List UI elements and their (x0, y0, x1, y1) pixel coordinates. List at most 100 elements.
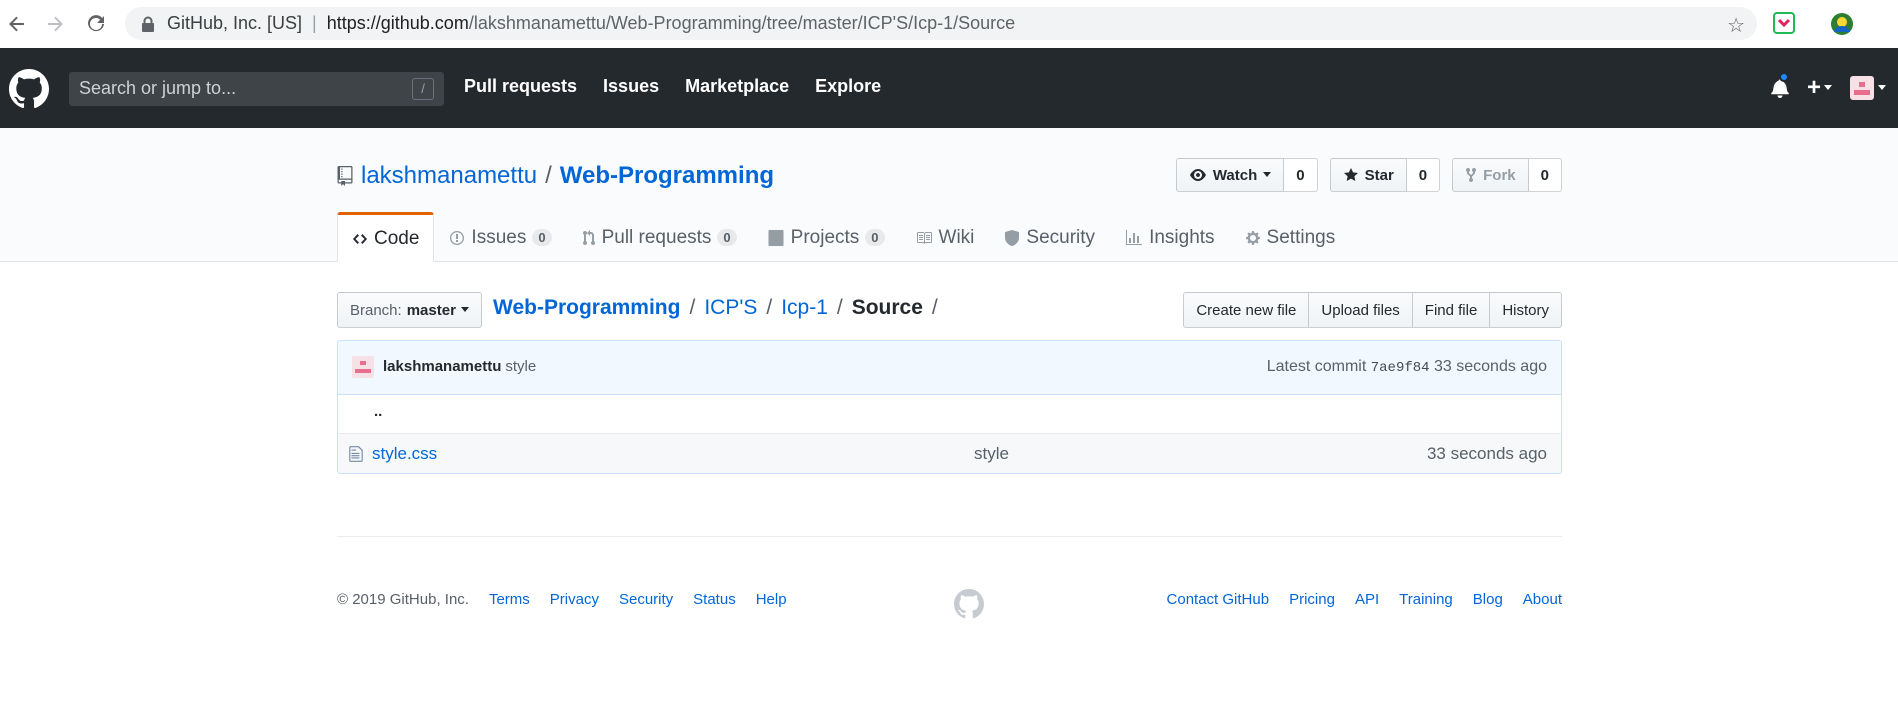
fork-button[interactable]: Fork (1452, 158, 1529, 192)
footer-privacy-link[interactable]: Privacy (550, 591, 599, 608)
footer-help-link[interactable]: Help (756, 591, 787, 608)
footer-pricing-link[interactable]: Pricing (1289, 591, 1335, 608)
tab-pull-requests[interactable]: Pull requests 0 (567, 212, 752, 262)
fork-group: Fork 0 (1452, 158, 1562, 192)
nav-issues[interactable]: Issues (603, 76, 659, 97)
watch-label: Watch (1212, 166, 1258, 184)
gear-icon (1245, 230, 1260, 245)
breadcrumb: Web-Programming / ICP'S / Icp-1 / Source… (493, 296, 947, 320)
footer-blog-link[interactable]: Blog (1473, 591, 1503, 608)
latest-commit-label: Latest commit (1266, 358, 1367, 375)
latest-commit-bar: lakshmanamettu style Latest commit 7ae9f8… (338, 341, 1561, 395)
up-directory-row[interactable]: .. (338, 395, 1561, 434)
tab-label: Wiki (938, 226, 975, 248)
tab-code[interactable]: Code (337, 212, 435, 262)
lock-icon (141, 16, 155, 32)
tab-counter: 0 (865, 229, 885, 246)
breadcrumb-separator: / (766, 296, 773, 319)
create-new-plus-icon[interactable]: + (1807, 74, 1832, 102)
footer-security-link[interactable]: Security (619, 591, 673, 608)
chevron-down-icon (1263, 172, 1272, 177)
footer-about-link[interactable]: About (1523, 591, 1562, 608)
find-file-button[interactable]: Find file (1411, 292, 1491, 328)
star-button[interactable]: Star (1329, 158, 1407, 192)
file-actions: Create new file Upload files Find file H… (1183, 292, 1562, 328)
star-group: Star 0 (1329, 158, 1441, 192)
footer-status-link[interactable]: Status (693, 591, 736, 608)
notifications-bell-icon[interactable] (1771, 72, 1789, 98)
github-header: Search or jump to... / Pull requests Iss… (0, 48, 1898, 128)
history-button[interactable]: History (1489, 292, 1562, 328)
tab-counter: 0 (532, 229, 552, 246)
tab-security[interactable]: Security (989, 212, 1110, 262)
commit-author[interactable]: lakshmanamettu style (383, 358, 536, 375)
project-icon (768, 229, 784, 246)
pocket-extension-icon[interactable] (1773, 12, 1795, 34)
repo-name-link[interactable]: Web-Programming (560, 162, 774, 190)
file-commit-message[interactable]: style (974, 444, 1009, 464)
notification-indicator (1778, 72, 1789, 82)
book-icon (916, 231, 932, 244)
breadcrumb-repo-link[interactable]: Web-Programming (493, 296, 680, 320)
pull-request-icon (582, 229, 595, 245)
footer-api-link[interactable]: API (1355, 591, 1379, 608)
eye-icon (1189, 169, 1206, 181)
footer-contact-link[interactable]: Contact GitHub (1167, 591, 1270, 608)
up-directory-link[interactable]: .. (374, 403, 382, 420)
header-actions: + (1771, 72, 1886, 102)
browser-toolbar: GitHub, Inc. [US] | https://github.com/l… (0, 0, 1898, 48)
commit-sha-link[interactable]: 7ae9f84 (1371, 360, 1430, 376)
nav-explore[interactable]: Explore (815, 76, 881, 97)
bookmark-star-icon[interactable]: ☆ (1727, 13, 1745, 38)
file-row: style.css style 33 seconds ago (338, 434, 1561, 473)
watch-count[interactable]: 0 (1284, 158, 1318, 192)
watch-button[interactable]: Watch (1175, 158, 1285, 192)
github-mark-icon[interactable] (954, 589, 984, 619)
footer-terms-link[interactable]: Terms (489, 591, 530, 608)
reload-icon[interactable] (81, 9, 111, 39)
site-identity: GitHub, Inc. [US] (167, 13, 303, 33)
tab-settings[interactable]: Settings (1230, 212, 1351, 262)
tab-issues[interactable]: Issues 0 (434, 212, 566, 262)
fork-label: Fork (1483, 166, 1516, 184)
graph-icon (1126, 229, 1143, 245)
branch-select-button[interactable]: Branch: master (337, 292, 482, 328)
author-avatar[interactable] (352, 356, 374, 378)
breadcrumb-icps-link[interactable]: ICP'S (704, 296, 757, 320)
tab-counter: 0 (717, 229, 737, 246)
breadcrumb-icp1-link[interactable]: Icp-1 (781, 296, 828, 320)
create-new-file-button[interactable]: Create new file (1183, 292, 1310, 328)
user-avatar-menu[interactable] (1850, 76, 1886, 100)
tab-insights[interactable]: Insights (1110, 212, 1229, 262)
repository-header: lakshmanamettu / Web-Programming Watch 0… (0, 128, 1898, 262)
branch-label: Branch: (350, 301, 402, 319)
search-input[interactable]: Search or jump to... / (69, 72, 444, 106)
tab-label: Projects (790, 226, 860, 248)
github-logo-icon[interactable] (9, 69, 49, 109)
breadcrumb-separator: / (689, 296, 696, 319)
star-count[interactable]: 0 (1406, 158, 1441, 192)
profile-avatar-icon[interactable] (1830, 12, 1853, 35)
fork-count[interactable]: 0 (1528, 158, 1562, 192)
tab-label: Code (374, 227, 420, 249)
chevron-down-icon (1878, 85, 1886, 90)
repo-owner-link[interactable]: lakshmanamettu (361, 162, 537, 190)
shield-icon (1005, 229, 1020, 246)
tab-label: Pull requests (601, 226, 712, 248)
back-arrow-icon[interactable] (2, 9, 32, 39)
file-age: 33 seconds ago (1426, 444, 1547, 463)
nav-pull-requests[interactable]: Pull requests (464, 76, 577, 97)
commit-message[interactable]: style (505, 358, 536, 375)
upload-files-button[interactable]: Upload files (1308, 292, 1413, 328)
site-footer: © 2019 GitHub, Inc. Terms Privacy Securi… (337, 536, 1562, 619)
address-bar[interactable]: GitHub, Inc. [US] | https://github.com/l… (125, 7, 1757, 40)
breadcrumb-separator: / (836, 296, 843, 319)
footer-training-link[interactable]: Training (1399, 591, 1453, 608)
tab-projects[interactable]: Projects 0 (752, 212, 900, 262)
file-icon (349, 446, 363, 462)
tab-wiki[interactable]: Wiki (900, 212, 990, 262)
forward-arrow-icon[interactable] (40, 9, 70, 39)
tab-label: Security (1026, 226, 1096, 248)
nav-marketplace[interactable]: Marketplace (685, 76, 789, 97)
file-name-link[interactable]: style.css (372, 444, 437, 464)
